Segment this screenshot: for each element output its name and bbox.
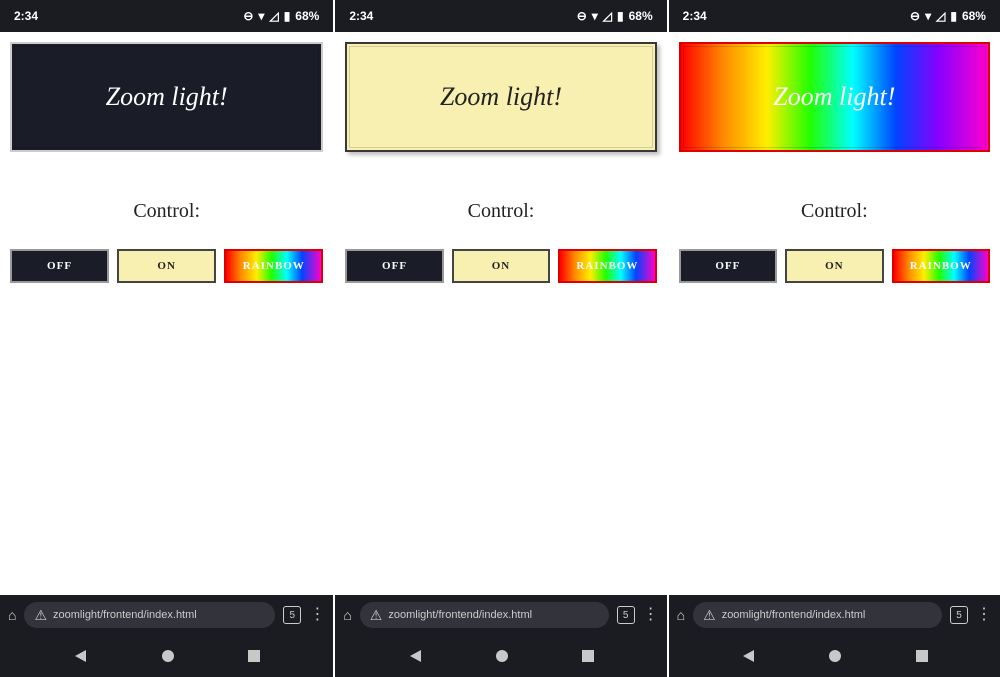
control-heading: Control: — [133, 200, 200, 223]
home-icon[interactable]: ⌂ — [343, 607, 351, 623]
android-nav-bar — [669, 635, 1000, 677]
banner-label: Zoom light! — [773, 82, 895, 112]
button-row: OFF ON RAINBOW — [679, 249, 990, 283]
phone-on: 2:34 ⊖ ▾ ◿ ▮ 68% Zoom light! Control: OF… — [333, 0, 666, 677]
off-button[interactable]: OFF — [10, 249, 109, 283]
url-bar[interactable]: ⚠ zoomlight/frontend/index.html — [693, 602, 942, 628]
button-row: OFF ON RAINBOW — [345, 249, 656, 283]
battery-icon: ▮ — [950, 10, 957, 22]
url-bar[interactable]: ⚠ zoomlight/frontend/index.html — [24, 602, 275, 628]
home-nav-icon[interactable] — [160, 648, 176, 664]
back-icon[interactable] — [740, 648, 756, 664]
rainbow-button[interactable]: RAINBOW — [892, 249, 990, 283]
signal-icon: ◿ — [603, 10, 612, 22]
tab-count[interactable]: 5 — [283, 606, 301, 624]
insecure-icon: ⚠ — [34, 607, 47, 624]
recent-apps-icon[interactable] — [915, 649, 929, 663]
status-right: ⊖ ▾ ◿ ▮ 68% — [577, 9, 653, 23]
battery-icon: ▮ — [284, 10, 291, 22]
rainbow-button[interactable]: RAINBOW — [558, 249, 656, 283]
rainbow-button[interactable]: RAINBOW — [224, 249, 323, 283]
signal-icon: ◿ — [269, 10, 278, 22]
battery-text: 68% — [295, 9, 319, 23]
off-button[interactable]: OFF — [679, 249, 777, 283]
banner-label: Zoom light! — [440, 82, 562, 112]
battery-text: 68% — [629, 9, 653, 23]
battery-text: 68% — [962, 9, 986, 23]
off-button[interactable]: OFF — [345, 249, 443, 283]
url-text: zoomlight/frontend/index.html — [53, 609, 197, 621]
tab-count[interactable]: 5 — [617, 606, 635, 624]
dnd-icon: ⊖ — [243, 10, 253, 22]
phone-off: 2:34 ⊖ ▾ ◿ ▮ 68% Zoom light! Control: OF… — [0, 0, 333, 677]
home-icon[interactable]: ⌂ — [677, 607, 685, 623]
url-bar[interactable]: ⚠ zoomlight/frontend/index.html — [360, 602, 609, 628]
battery-icon: ▮ — [617, 10, 624, 22]
browser-bar: ⌂ ⚠ zoomlight/frontend/index.html 5 ⋮ — [669, 595, 1000, 635]
phone-rainbow: 2:34 ⊖ ▾ ◿ ▮ 68% Zoom light! Control: OF… — [667, 0, 1000, 677]
dnd-icon: ⊖ — [910, 10, 920, 22]
url-text: zoomlight/frontend/index.html — [722, 609, 866, 621]
banner-label: Zoom light! — [106, 82, 228, 112]
recent-apps-icon[interactable] — [581, 649, 595, 663]
recent-apps-icon[interactable] — [247, 649, 261, 663]
status-bar: 2:34 ⊖ ▾ ◿ ▮ 68% — [335, 0, 666, 32]
status-right: ⊖ ▾ ◿ ▮ 68% — [243, 9, 319, 23]
back-icon[interactable] — [407, 648, 423, 664]
status-right: ⊖ ▾ ◿ ▮ 68% — [910, 9, 986, 23]
insecure-icon: ⚠ — [703, 607, 716, 624]
insecure-icon: ⚠ — [370, 607, 383, 624]
android-nav-bar — [0, 635, 333, 677]
on-button[interactable]: ON — [785, 249, 883, 283]
browser-bar: ⌂ ⚠ zoomlight/frontend/index.html 5 ⋮ — [335, 595, 666, 635]
light-banner: Zoom light! — [345, 42, 656, 152]
app-content: Zoom light! Control: OFF ON RAINBOW — [0, 32, 333, 595]
light-banner: Zoom light! — [10, 42, 323, 152]
url-text: zoomlight/frontend/index.html — [388, 609, 532, 621]
status-time: 2:34 — [683, 9, 707, 23]
overflow-menu-icon[interactable]: ⋮ — [309, 607, 325, 623]
home-icon[interactable]: ⌂ — [8, 607, 16, 623]
app-content: Zoom light! Control: OFF ON RAINBOW — [669, 32, 1000, 595]
overflow-menu-icon[interactable]: ⋮ — [976, 607, 992, 623]
status-bar: 2:34 ⊖ ▾ ◿ ▮ 68% — [0, 0, 333, 32]
wifi-icon: ▾ — [925, 10, 931, 22]
home-nav-icon[interactable] — [494, 648, 510, 664]
home-nav-icon[interactable] — [827, 648, 843, 664]
button-row: OFF ON RAINBOW — [10, 249, 323, 283]
dnd-icon: ⊖ — [577, 10, 587, 22]
control-heading: Control: — [468, 200, 535, 223]
android-nav-bar — [335, 635, 666, 677]
overflow-menu-icon[interactable]: ⋮ — [643, 607, 659, 623]
wifi-icon: ▾ — [592, 10, 598, 22]
app-content: Zoom light! Control: OFF ON RAINBOW — [335, 32, 666, 595]
signal-icon: ◿ — [936, 10, 945, 22]
on-button[interactable]: ON — [452, 249, 550, 283]
status-time: 2:34 — [14, 9, 38, 23]
browser-bar: ⌂ ⚠ zoomlight/frontend/index.html 5 ⋮ — [0, 595, 333, 635]
status-bar: 2:34 ⊖ ▾ ◿ ▮ 68% — [669, 0, 1000, 32]
tab-count[interactable]: 5 — [950, 606, 968, 624]
control-heading: Control: — [801, 200, 868, 223]
wifi-icon: ▾ — [258, 10, 264, 22]
back-icon[interactable] — [72, 648, 88, 664]
status-time: 2:34 — [349, 9, 373, 23]
light-banner: Zoom light! — [679, 42, 990, 152]
on-button[interactable]: ON — [117, 249, 216, 283]
